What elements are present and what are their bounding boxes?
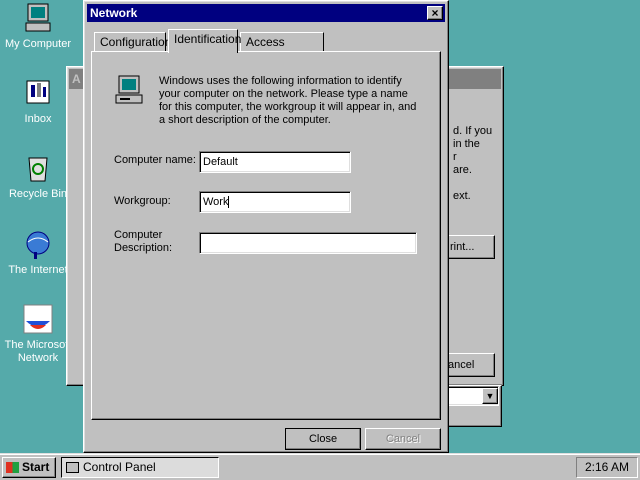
text-cursor — [228, 196, 230, 209]
network-computer-icon — [115, 75, 143, 104]
dialog-title: Network — [90, 6, 138, 20]
network-dialog[interactable]: Network × Configuration Identification A… — [83, 0, 449, 453]
desktop-icon-inbox[interactable]: Inbox — [0, 77, 76, 126]
cancel-button[interactable]: Cancel — [365, 428, 441, 450]
inbox-icon — [26, 80, 50, 104]
tab-access-control[interactable]: Access Control — [240, 32, 324, 68]
desktop-icon-the-internet[interactable]: The Internet — [0, 228, 76, 277]
close-icon: × — [431, 6, 439, 20]
windows-logo-icon — [6, 462, 19, 474]
desktop-icon-msn[interactable]: The Microsoft Network — [0, 303, 76, 365]
background-window-title: A — [72, 72, 81, 86]
desktop-icon-recycle-bin[interactable]: Recycle Bin — [0, 152, 76, 201]
start-button[interactable]: Start — [2, 457, 56, 478]
control-panel-icon — [66, 462, 79, 474]
chevron-down-icon: ▼ — [485, 391, 495, 401]
dropdown-arrow-button[interactable]: ▼ — [482, 388, 498, 404]
workgroup-label: Workgroup: — [114, 195, 171, 207]
computer-name-field[interactable]: Default — [199, 151, 351, 173]
desktop-icon-label: The Microsoft Network — [4, 339, 72, 364]
taskbar: Start Control Panel 2:16 AM — [0, 453, 640, 480]
system-tray-clock[interactable]: 2:16 AM — [576, 457, 638, 478]
desktop-icon-label: The Internet — [8, 264, 68, 276]
desktop-icon-my-computer[interactable]: My Computer — [0, 2, 76, 51]
identification-description: Windows uses the following information t… — [159, 75, 417, 126]
close-window-button[interactable]: × — [427, 6, 443, 20]
desktop-icon-label: Recycle Bin — [8, 188, 68, 200]
msn-icon — [23, 304, 53, 334]
recycle-bin-icon — [28, 157, 48, 182]
tab-identification[interactable]: Identification — [168, 29, 241, 53]
computer-description-label: Computer Description: — [114, 229, 173, 254]
desktop-icon-label: My Computer — [4, 38, 72, 50]
computer-description-field[interactable] — [199, 232, 417, 254]
internet-icon — [26, 231, 50, 259]
close-button[interactable]: Close — [285, 428, 361, 450]
workgroup-field[interactable]: Work — [199, 191, 351, 213]
network-dialog-titlebar[interactable]: Network — [87, 4, 445, 22]
identification-panel: Windows uses the following information t… — [91, 51, 441, 420]
desktop-icon-label: Inbox — [24, 113, 52, 125]
computer-icon — [25, 3, 51, 32]
taskbar-task-control-panel[interactable]: Control Panel — [61, 457, 219, 478]
computer-name-label: Computer name: — [114, 154, 196, 166]
tab-configuration[interactable]: Configuration — [94, 32, 171, 52]
background-window-text: d. If you in the r are. ext. — [453, 125, 493, 202]
